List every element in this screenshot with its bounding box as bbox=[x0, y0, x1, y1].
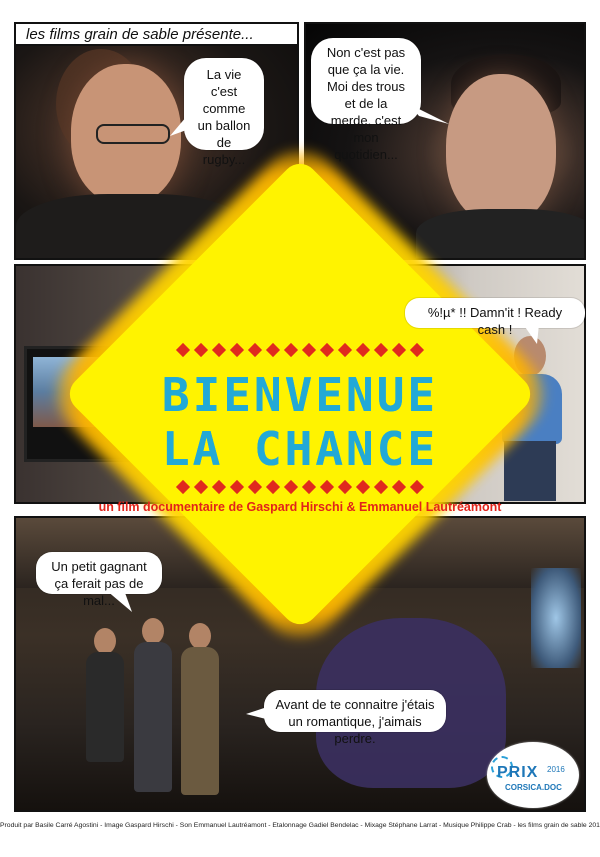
speech-bubble-3: %!µ* !! Damn'it ! Ready cash ! bbox=[405, 298, 585, 344]
speech-bubble-5: Avant de te connaitre j'étais un romanti… bbox=[246, 690, 446, 746]
credits-line: Produit par Basile Carré Agostini - Imag… bbox=[0, 822, 600, 829]
presenter-label: les films grain de sable présente... bbox=[14, 22, 299, 46]
award-festival: CORSICA.DOC bbox=[505, 783, 562, 792]
body-shape bbox=[416, 209, 584, 258]
zigzag-top bbox=[0, 342, 600, 358]
face-shape bbox=[446, 74, 556, 224]
title-line-2: LA CHANCE bbox=[161, 422, 439, 476]
bubble-text: La vie c'est comme un ballon de rugby... bbox=[197, 67, 251, 167]
title-line-1: BIENVENUE bbox=[161, 368, 439, 422]
glasses-shape bbox=[96, 124, 170, 144]
award-laurel: PRIX 2016 CORSICA.DOC bbox=[487, 742, 579, 808]
speech-bubble-1: La vie c'est comme un ballon de rugby... bbox=[170, 58, 264, 167]
award-name: PRIX bbox=[497, 764, 539, 781]
speech-bubble-2: Non c'est pas que ça la vie. Moi des tro… bbox=[311, 38, 449, 162]
award-year: 2016 bbox=[547, 765, 565, 774]
bubble-tail-icon bbox=[106, 590, 132, 612]
film-subtitle: un film documentaire de Gaspard Hirschi … bbox=[98, 500, 502, 514]
bubble-tail-icon bbox=[170, 110, 192, 136]
zigzag-bottom bbox=[0, 479, 600, 495]
bubble-tail-icon bbox=[246, 706, 270, 720]
bubble-tail-icon bbox=[409, 104, 449, 124]
speech-bubble-4: Un petit gagnant ça ferait pas de mal... bbox=[36, 552, 162, 612]
bubble-tail-icon bbox=[523, 324, 539, 344]
stadium-light bbox=[531, 568, 581, 668]
